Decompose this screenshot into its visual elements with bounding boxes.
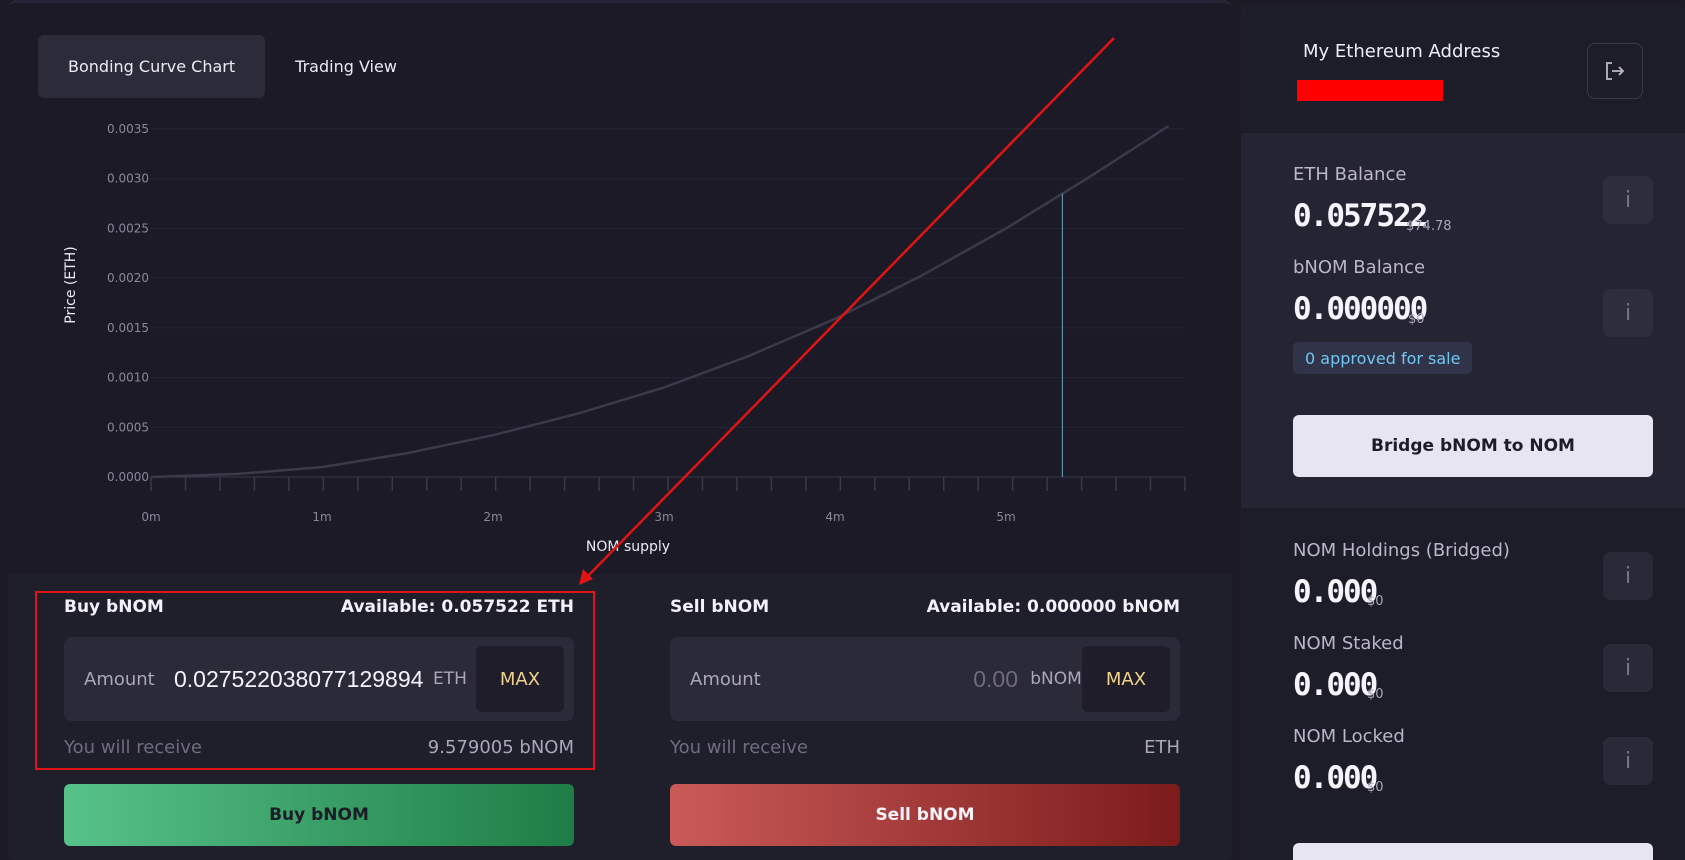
- x-axis-label: NOM supply: [586, 539, 670, 555]
- buy-bnom-button[interactable]: Buy bNOM: [64, 784, 574, 846]
- sell-available: Available: 0.000000 bNOM: [926, 597, 1180, 617]
- logout-icon: [1606, 62, 1625, 80]
- bnom-balance-label: bNOM Balance: [1293, 257, 1426, 278]
- eth-balance-usd: $74.78: [1406, 219, 1452, 234]
- balance-card: ETH Balance 0.057522 $74.78 i bNOM Balan…: [1241, 133, 1685, 508]
- y-axis-label: Price (ETH): [63, 246, 79, 323]
- bridge-bnom-button[interactable]: Bridge bNOM to NOM: [1293, 415, 1653, 477]
- sell-receive-value: ETH: [1144, 737, 1180, 758]
- eth-info-button[interactable]: i: [1603, 176, 1653, 224]
- y-tick-label: 0.0025: [107, 221, 149, 235]
- staked-label: NOM Staked: [1293, 633, 1404, 654]
- bridged-holdings-usd: $0: [1367, 594, 1384, 609]
- y-tick-label: 0.0000: [107, 470, 149, 484]
- y-tick-label: 0.0015: [107, 321, 149, 335]
- redacted-address: [1297, 80, 1443, 101]
- tab-bonding-curve-chart[interactable]: Bonding Curve Chart: [38, 35, 266, 98]
- holdings-card: NOM Holdings (Bridged) 0.000 $0 i NOM St…: [1241, 508, 1685, 860]
- staked-value: 0.000: [1293, 667, 1378, 703]
- staked-info-button[interactable]: i: [1603, 644, 1653, 692]
- bonding-curve-chart: 0.0000 0.0005 0.0010 0.0015 0.0020 0.0025 0.00…: [63, 122, 1186, 555]
- y-tick-label: 0.0020: [107, 271, 149, 285]
- sell-amount-label: Amount: [690, 668, 761, 690]
- sell-header: Sell bNOM Available: 0.000000 bNOM: [670, 585, 1180, 629]
- staked-usd: $0: [1367, 687, 1384, 702]
- approved-badge: 0 approved for sale: [1293, 342, 1473, 374]
- x-tick-label: 3m: [654, 510, 673, 524]
- y-tick-label: 0.0030: [107, 172, 149, 186]
- address-card: My Ethereum Address: [1241, 3, 1685, 133]
- y-tick-label: 0.0005: [107, 420, 149, 434]
- bridged-holdings-value: 0.000: [1293, 574, 1378, 610]
- sell-amount-box: Amount 0.00 bNOM MAX: [670, 637, 1180, 721]
- locked-info-button[interactable]: i: [1603, 737, 1653, 785]
- sell-amount-input[interactable]: 0.00: [780, 666, 1030, 693]
- x-tick-label: 5m: [996, 510, 1015, 524]
- highlight-annotation-box: [35, 591, 595, 770]
- x-tick-label: 4m: [825, 510, 844, 524]
- sell-receive-row: You will receive ETH: [670, 737, 1180, 758]
- locked-value: 0.000: [1293, 760, 1378, 796]
- sell-max-button[interactable]: MAX: [1082, 646, 1170, 712]
- bnom-balance-value: 0.000000: [1293, 291, 1428, 327]
- account-sidebar: My Ethereum Address ETH Balance 0.057522…: [1241, 0, 1685, 860]
- y-tick-label: 0.0010: [107, 371, 149, 385]
- bnom-info-button[interactable]: i: [1603, 289, 1653, 337]
- bridged-info-button[interactable]: i: [1603, 552, 1653, 600]
- x-tick-label: 0m: [141, 510, 160, 524]
- y-tick-label: 0.0035: [107, 122, 149, 136]
- x-tick-label: 1m: [312, 510, 331, 524]
- x-tick-label: 2m: [483, 510, 502, 524]
- bridged-holdings-label: NOM Holdings (Bridged): [1293, 540, 1510, 561]
- address-title: My Ethereum Address: [1303, 41, 1501, 62]
- info-icon: i: [1624, 187, 1632, 213]
- info-icon: i: [1624, 300, 1632, 326]
- sell-title: Sell bNOM: [670, 597, 770, 617]
- chart-tabs: Bonding Curve Chart Trading View: [38, 35, 427, 98]
- sell-bnom-button[interactable]: Sell bNOM: [670, 784, 1180, 846]
- info-icon: i: [1624, 563, 1632, 589]
- sell-amount-unit: bNOM: [1030, 669, 1082, 689]
- sell-receive-label: You will receive: [670, 737, 808, 758]
- sell-form: Sell bNOM Available: 0.000000 bNOM Amoun…: [670, 575, 1180, 846]
- partial-button[interactable]: [1293, 843, 1653, 860]
- info-icon: i: [1624, 748, 1632, 774]
- tab-trading-view[interactable]: Trading View: [265, 35, 427, 98]
- bnom-balance-usd: $0: [1408, 312, 1425, 327]
- info-icon: i: [1624, 655, 1632, 681]
- eth-balance-label: ETH Balance: [1293, 164, 1407, 185]
- locked-usd: $0: [1367, 780, 1384, 795]
- logout-button[interactable]: [1587, 43, 1643, 99]
- chart-area: Bonding Curve Chart Trading View 0.0000 0…: [8, 0, 1232, 575]
- locked-label: NOM Locked: [1293, 726, 1405, 747]
